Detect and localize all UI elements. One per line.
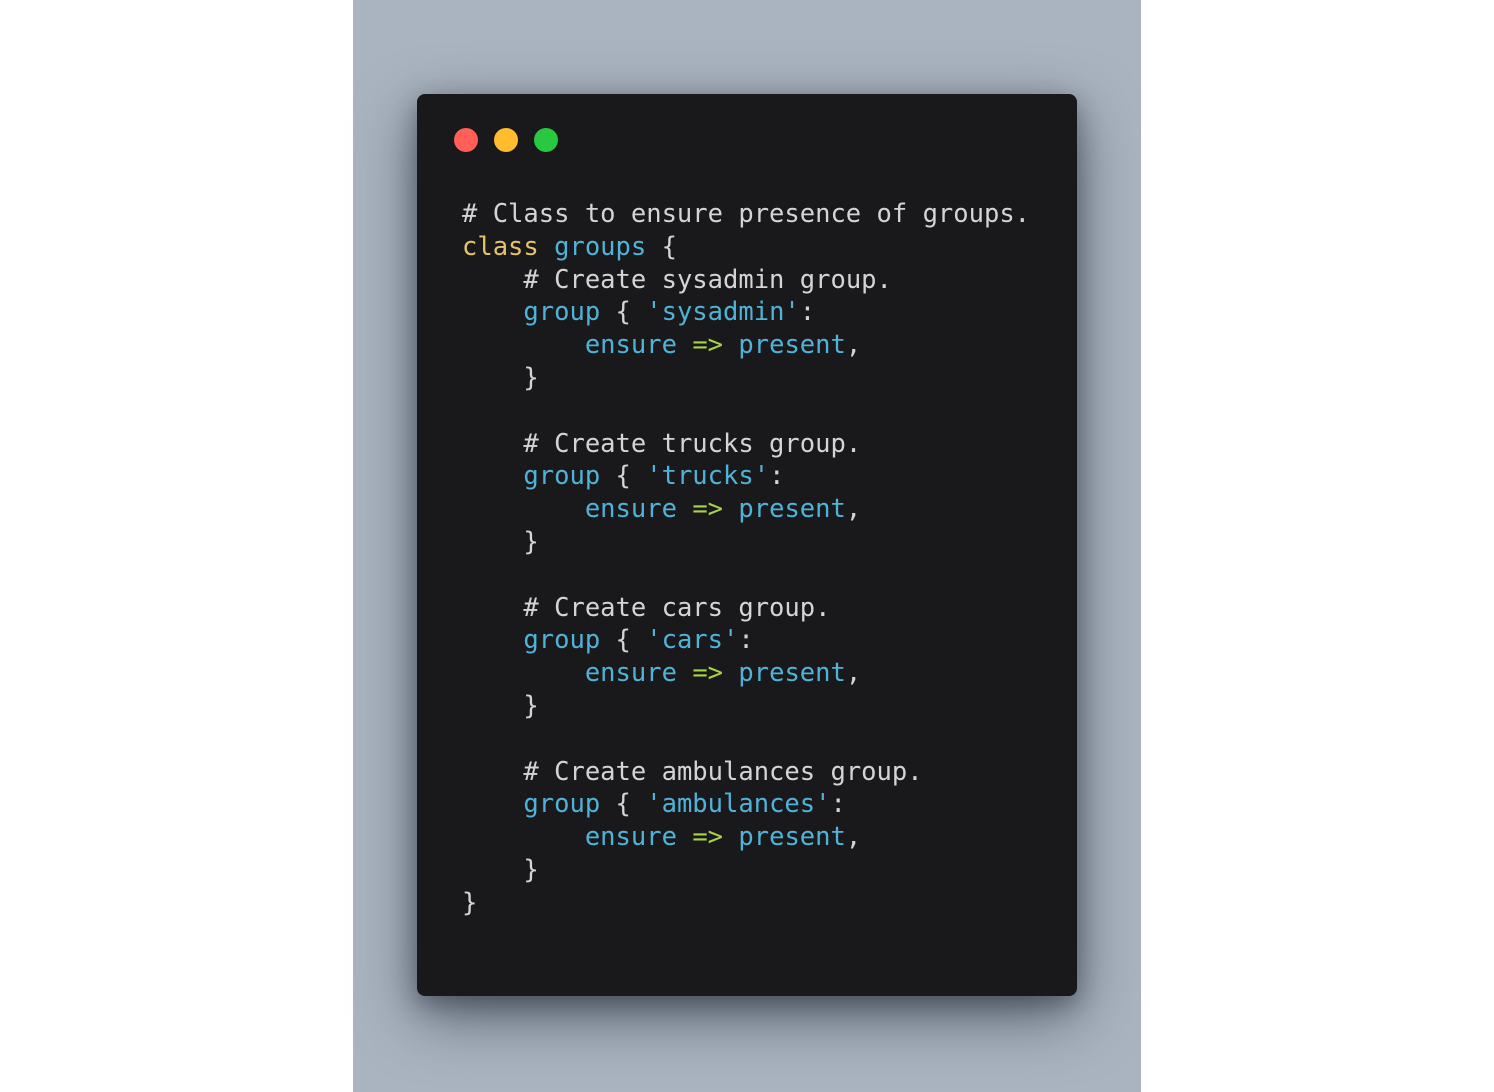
code-token-punct: :: [799, 297, 816, 328]
code-token-punct: {: [646, 231, 677, 262]
code-token-punct: [462, 461, 523, 491]
code-line: }: [462, 690, 1030, 723]
code-token-punct: }: [462, 887, 478, 918]
code-token-name: present: [738, 822, 846, 853]
code-line: group { 'trucks':: [462, 460, 1030, 493]
code-token-punct: [462, 789, 523, 819]
code-token-name: ensure: [584, 330, 677, 361]
code-token-punct: ,: [845, 822, 862, 853]
code-block: # Class to ensure presence of groups. cla…: [462, 198, 1030, 920]
code-line: ensure => present,: [462, 821, 1030, 854]
code-token-punct: [462, 593, 523, 623]
code-token-comment: # Class to ensure presence of groups.: [462, 199, 1031, 229]
code-token-name: group: [523, 789, 601, 820]
code-token-punct: :: [830, 789, 846, 820]
code-token-punct: [723, 822, 738, 852]
code-token-punct: [462, 757, 523, 787]
code-token-punct: [677, 494, 692, 524]
code-token-punct: [677, 658, 692, 688]
code-line: group { 'ambulances':: [462, 788, 1030, 821]
code-token-name: groups: [554, 231, 647, 262]
code-token-punct: [539, 232, 554, 262]
code-token-punct: [462, 330, 585, 360]
code-token-name: ensure: [584, 494, 677, 525]
code-line: ensure => present,: [462, 657, 1030, 690]
code-token-comment: # Create ambulances group.: [523, 756, 923, 787]
code-token-punct: [462, 297, 523, 327]
code-token-arrow: =>: [692, 330, 724, 361]
code-token-punct: ,: [845, 494, 862, 525]
code-token-punct: {: [600, 461, 647, 492]
code-token-name: group: [523, 297, 601, 328]
code-token-keyword: class: [462, 231, 539, 262]
code-line: }: [462, 362, 1030, 395]
minimize-icon[interactable]: [494, 128, 518, 152]
code-line: # Create ambulances group.: [462, 756, 1030, 789]
code-token-arrow: =>: [692, 494, 724, 525]
code-token-punct: ,: [845, 330, 862, 361]
maximize-icon[interactable]: [534, 128, 558, 152]
code-line: }: [462, 854, 1030, 887]
code-line: ensure => present,: [462, 329, 1030, 362]
code-token-punct: [462, 625, 523, 655]
code-token-name: present: [738, 494, 846, 525]
code-token-punct: [677, 330, 692, 360]
code-line: ensure => present,: [462, 493, 1030, 526]
code-token-string: 'ambulances': [646, 789, 831, 820]
code-token-punct: }: [462, 854, 539, 885]
code-token-name: ensure: [584, 822, 677, 853]
code-line: group { 'sysadmin':: [462, 296, 1030, 329]
code-window: # Class to ensure presence of groups. cla…: [417, 94, 1077, 996]
code-line: }: [462, 887, 1030, 920]
code-token-punct: {: [600, 789, 647, 820]
window-controls: [454, 128, 558, 152]
code-token-punct: [723, 330, 738, 360]
code-token-punct: }: [462, 690, 539, 721]
code-token-name: present: [738, 658, 846, 689]
code-token-arrow: =>: [692, 822, 724, 853]
code-line: # Class to ensure presence of groups.: [462, 198, 1030, 231]
code-token-string: 'sysadmin': [646, 297, 800, 328]
code-line: # Create trucks group.: [462, 428, 1030, 461]
code-token-punct: [677, 822, 692, 852]
code-line: # Create cars group.: [462, 592, 1030, 625]
code-token-name: ensure: [584, 658, 677, 689]
code-line: class groups {: [462, 231, 1030, 264]
code-token-comment: # Create cars group.: [523, 592, 831, 623]
code-line: # Create sysadmin group.: [462, 264, 1030, 297]
code-token-name: group: [523, 625, 601, 656]
code-token-punct: [723, 658, 738, 688]
code-token-punct: {: [600, 297, 647, 328]
code-line: group { 'cars':: [462, 624, 1030, 657]
code-token-punct: [462, 265, 523, 295]
code-token-string: 'cars': [646, 625, 739, 656]
code-token-punct: }: [462, 362, 539, 393]
code-token-punct: [462, 658, 585, 688]
code-line: }: [462, 526, 1030, 559]
code-token-comment: # Create trucks group.: [523, 428, 862, 459]
code-token-punct: ,: [845, 658, 862, 689]
code-token-punct: }: [462, 526, 539, 557]
code-token-punct: [462, 429, 523, 459]
code-token-punct: :: [738, 625, 754, 656]
code-token-punct: [462, 822, 585, 852]
close-icon[interactable]: [454, 128, 478, 152]
code-token-comment: # Create sysadmin group.: [523, 264, 892, 295]
code-token-string: 'trucks': [646, 461, 770, 492]
code-token-name: present: [738, 330, 846, 361]
code-token-punct: [723, 494, 738, 524]
code-token-punct: :: [769, 461, 785, 492]
code-token-punct: [462, 494, 585, 524]
code-token-arrow: =>: [692, 658, 724, 689]
code-token-name: group: [523, 461, 601, 492]
code-token-punct: {: [600, 625, 647, 656]
